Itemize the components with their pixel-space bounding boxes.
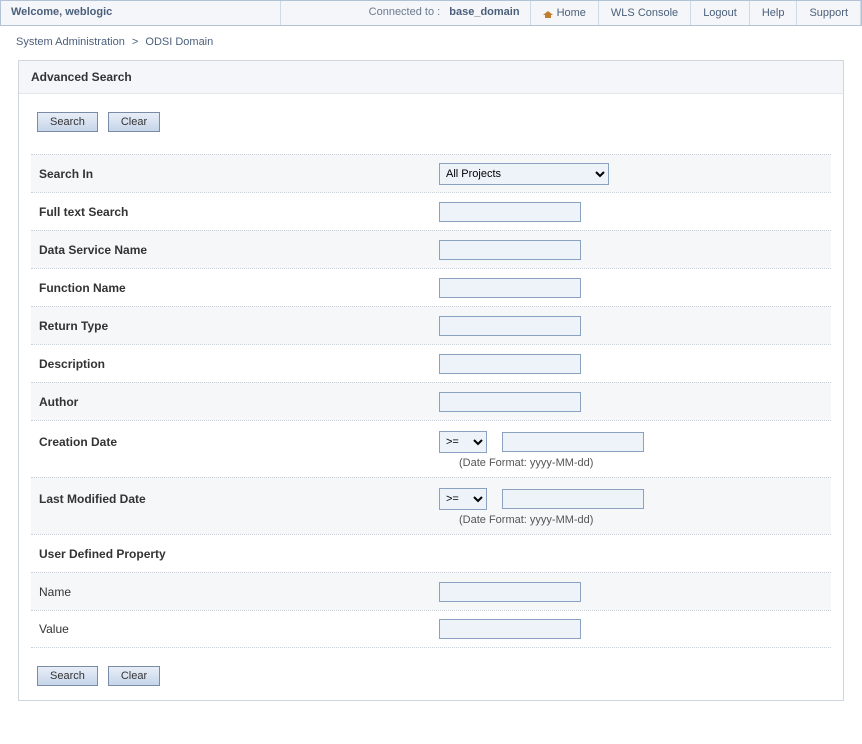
label-ds-name: Data Service Name <box>39 243 439 257</box>
label-fn-name: Function Name <box>39 281 439 295</box>
nav-wls-console[interactable]: WLS Console <box>599 1 691 25</box>
row-full-text: Full text Search <box>31 192 831 230</box>
username: weblogic <box>65 6 112 18</box>
advanced-search-panel: Advanced Search Search Clear Search In A… <box>18 60 844 701</box>
search-button-bottom[interactable]: Search <box>37 666 98 686</box>
label-udp: User Defined Property <box>39 547 439 561</box>
input-full-text[interactable] <box>439 202 581 222</box>
breadcrumb-sep: > <box>132 36 138 48</box>
row-author: Author <box>31 382 831 420</box>
input-fn-name[interactable] <box>439 278 581 298</box>
top-bar: Welcome, weblogic Connected to : base_do… <box>0 0 862 26</box>
nav-links: Home WLS Console Logout Help Support <box>531 1 861 25</box>
input-modified-date[interactable] <box>502 489 644 509</box>
hint-creation-date: (Date Format: yyyy-MM-dd) <box>459 457 823 469</box>
nav-support[interactable]: Support <box>797 1 861 25</box>
input-udp-value[interactable] <box>439 619 581 639</box>
label-modified-date: Last Modified Date <box>39 488 439 506</box>
row-ds-name: Data Service Name <box>31 230 831 268</box>
connected-label: Connected to : <box>369 6 441 18</box>
label-author: Author <box>39 395 439 409</box>
panel-body: Search Clear Search In All Projects Full… <box>19 94 843 700</box>
input-return-type[interactable] <box>439 316 581 336</box>
row-creation-date: Creation Date >= (Date Format: yyyy-MM-d… <box>31 420 831 477</box>
input-ds-name[interactable] <box>439 240 581 260</box>
search-button[interactable]: Search <box>37 112 98 132</box>
connected-to: Connected to : base_domain <box>281 1 531 25</box>
clear-button[interactable]: Clear <box>108 112 160 132</box>
nav-home[interactable]: Home <box>531 1 599 25</box>
button-row-top: Search Clear <box>37 112 831 132</box>
search-form: Search In All Projects Full text Search … <box>31 154 831 648</box>
label-return-type: Return Type <box>39 319 439 333</box>
nav-help[interactable]: Help <box>750 1 798 25</box>
select-modified-op[interactable]: >= <box>439 488 487 510</box>
breadcrumb-current: ODSI Domain <box>145 36 213 48</box>
row-udp-name: Name <box>31 572 831 610</box>
input-udp-name[interactable] <box>439 582 581 602</box>
label-udp-name: Name <box>39 585 439 599</box>
label-creation-date: Creation Date <box>39 431 439 449</box>
label-full-text: Full text Search <box>39 205 439 219</box>
row-udp-header: User Defined Property <box>31 534 831 572</box>
welcome-prefix: Welcome, <box>11 6 65 18</box>
row-udp-value: Value <box>31 610 831 648</box>
breadcrumb-parent[interactable]: System Administration <box>16 36 125 48</box>
nav-logout[interactable]: Logout <box>691 1 750 25</box>
panel-title: Advanced Search <box>19 61 843 94</box>
row-modified-date: Last Modified Date >= (Date Format: yyyy… <box>31 477 831 534</box>
welcome-text: Welcome, weblogic <box>1 1 281 25</box>
home-icon <box>543 8 553 18</box>
input-author[interactable] <box>439 392 581 412</box>
breadcrumb: System Administration > ODSI Domain <box>0 26 862 60</box>
select-creation-op[interactable]: >= <box>439 431 487 453</box>
input-description[interactable] <box>439 354 581 374</box>
label-udp-value: Value <box>39 622 439 636</box>
label-search-in: Search In <box>39 167 439 181</box>
connected-domain: base_domain <box>449 6 519 18</box>
row-fn-name: Function Name <box>31 268 831 306</box>
clear-button-bottom[interactable]: Clear <box>108 666 160 686</box>
button-row-bottom: Search Clear <box>37 666 831 686</box>
label-description: Description <box>39 357 439 371</box>
input-creation-date[interactable] <box>502 432 644 452</box>
select-search-in[interactable]: All Projects <box>439 163 609 185</box>
nav-home-label: Home <box>557 7 586 19</box>
row-return-type: Return Type <box>31 306 831 344</box>
row-search-in: Search In All Projects <box>31 154 831 192</box>
hint-modified-date: (Date Format: yyyy-MM-dd) <box>459 514 823 526</box>
row-description: Description <box>31 344 831 382</box>
